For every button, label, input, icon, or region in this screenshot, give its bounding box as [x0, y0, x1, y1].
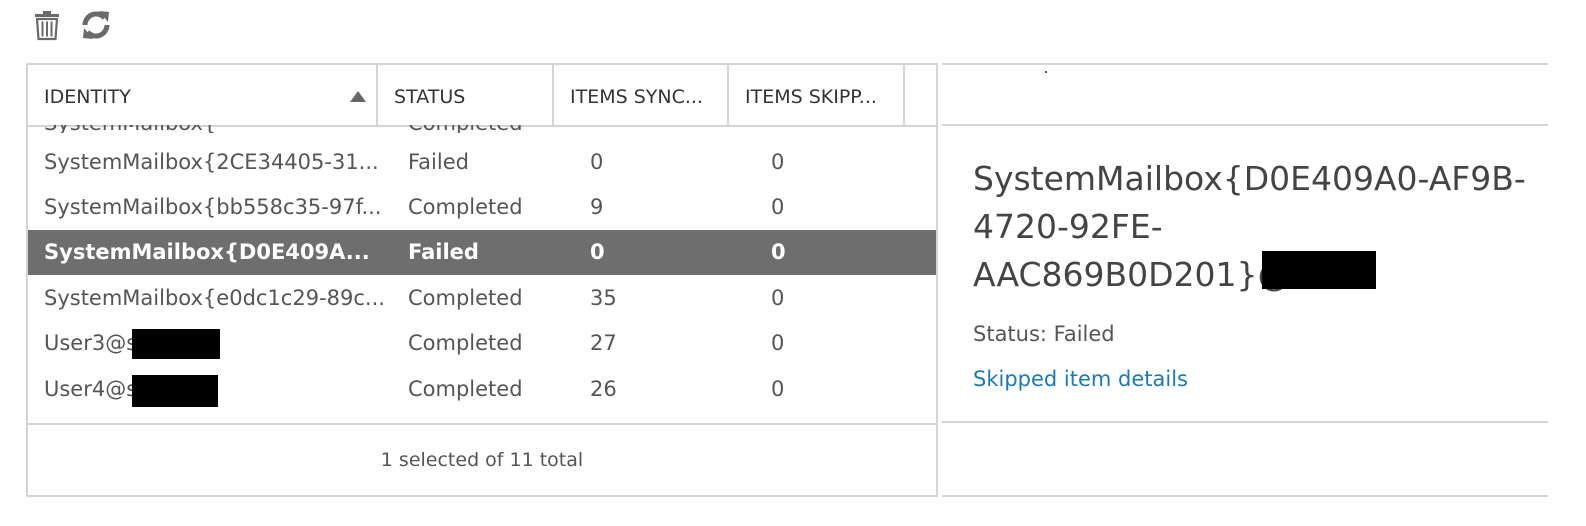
column-header-items-skipped-label: ITEMS SKIPP...: [745, 86, 877, 108]
cell-status: Failed: [408, 150, 469, 174]
cell-items-skipped: 0: [771, 240, 786, 264]
details-title: SystemMailbox{D0E409A0-AF9B- 4720-92FE- …: [973, 155, 1533, 299]
cell-identity: User4@s: [44, 377, 138, 401]
redaction-block: [1262, 251, 1376, 289]
cell-identity: SystemMailbox{2CE34405-31...: [44, 150, 379, 174]
details-bottom-divider: [942, 421, 1548, 423]
cell-status: Completed: [408, 377, 523, 401]
table-row[interactable]: User3@s Completed 27 0: [28, 321, 936, 366]
details-top-border: [942, 63, 1548, 65]
partial-row-status: Completed: [408, 125, 523, 133]
column-header-items-synced[interactable]: ITEMS SYNC...: [554, 65, 729, 125]
sort-ascending-icon: [350, 91, 366, 102]
partial-row-identity: SystemMailbox{: [44, 125, 216, 133]
details-header-dot: [1045, 71, 1047, 73]
cell-items-synced: 0: [590, 240, 605, 264]
column-header-status[interactable]: STATUS: [378, 65, 554, 125]
cell-items-skipped: 0: [771, 377, 785, 401]
column-header-identity-label: IDENTITY: [44, 86, 131, 108]
details-title-line: SystemMailbox{D0E409A0-AF9B-: [973, 159, 1526, 198]
column-header-status-label: STATUS: [394, 86, 466, 108]
details-footer-border: [942, 495, 1548, 497]
details-status: Status: Failed: [973, 322, 1115, 346]
table-row[interactable]: SystemMailbox{e0dc1c29-89c... Completed …: [28, 276, 936, 321]
cell-status: Completed: [408, 195, 523, 219]
cell-items-skipped: 0: [771, 195, 785, 219]
selection-count-footer: 1 selected of 11 total: [28, 423, 936, 495]
column-header-items-skipped[interactable]: ITEMS SKIPP...: [729, 65, 905, 125]
cell-items-synced: 35: [590, 286, 617, 310]
table-row[interactable]: User4@s Completed 26 0: [28, 367, 936, 412]
cell-items-synced: 26: [590, 377, 617, 401]
cell-items-skipped: 0: [771, 150, 785, 174]
cell-items-skipped: 0: [771, 331, 785, 355]
trash-icon[interactable]: [30, 8, 64, 42]
cell-identity: SystemMailbox{e0dc1c29-89c...: [44, 286, 385, 310]
table-row[interactable]: SystemMailbox{2CE34405-31... Failed 0 0: [28, 140, 936, 185]
redaction-block: [132, 375, 218, 407]
column-header-identity[interactable]: IDENTITY: [28, 65, 378, 125]
table-header-row: IDENTITY STATUS ITEMS SYNC... ITEMS SKIP…: [28, 65, 936, 127]
cell-status: Failed: [408, 240, 479, 264]
cell-items-skipped: 0: [771, 286, 785, 310]
table-row-selected[interactable]: SystemMailbox{D0E409A... Failed 0 0: [28, 230, 936, 275]
cell-status: Completed: [408, 331, 523, 355]
cell-status: Completed: [408, 286, 523, 310]
cell-items-synced: 27: [590, 331, 617, 355]
table-row-partial[interactable]: SystemMailbox{ Completed: [28, 125, 936, 133]
table-row[interactable]: SystemMailbox{bb558c35-97f... Completed …: [28, 185, 936, 230]
cell-identity: SystemMailbox{D0E409A...: [44, 240, 370, 264]
skipped-item-details-link[interactable]: Skipped item details: [973, 367, 1188, 391]
details-title-line: AAC869B0D201}@s: [973, 255, 1308, 294]
refresh-icon[interactable]: [79, 8, 113, 42]
redaction-block: [132, 329, 220, 359]
cell-identity: SystemMailbox{bb558c35-97f...: [44, 195, 382, 219]
cell-items-synced: 9: [590, 195, 604, 219]
column-header-items-synced-label: ITEMS SYNC...: [570, 86, 703, 108]
cell-items-synced: 0: [590, 150, 604, 174]
cell-identity: User3@s: [44, 331, 138, 355]
mailbox-list-panel: IDENTITY STATUS ITEMS SYNC... ITEMS SKIP…: [26, 63, 938, 497]
details-header-divider: [942, 124, 1548, 126]
details-title-line: 4720-92FE-: [973, 207, 1163, 246]
